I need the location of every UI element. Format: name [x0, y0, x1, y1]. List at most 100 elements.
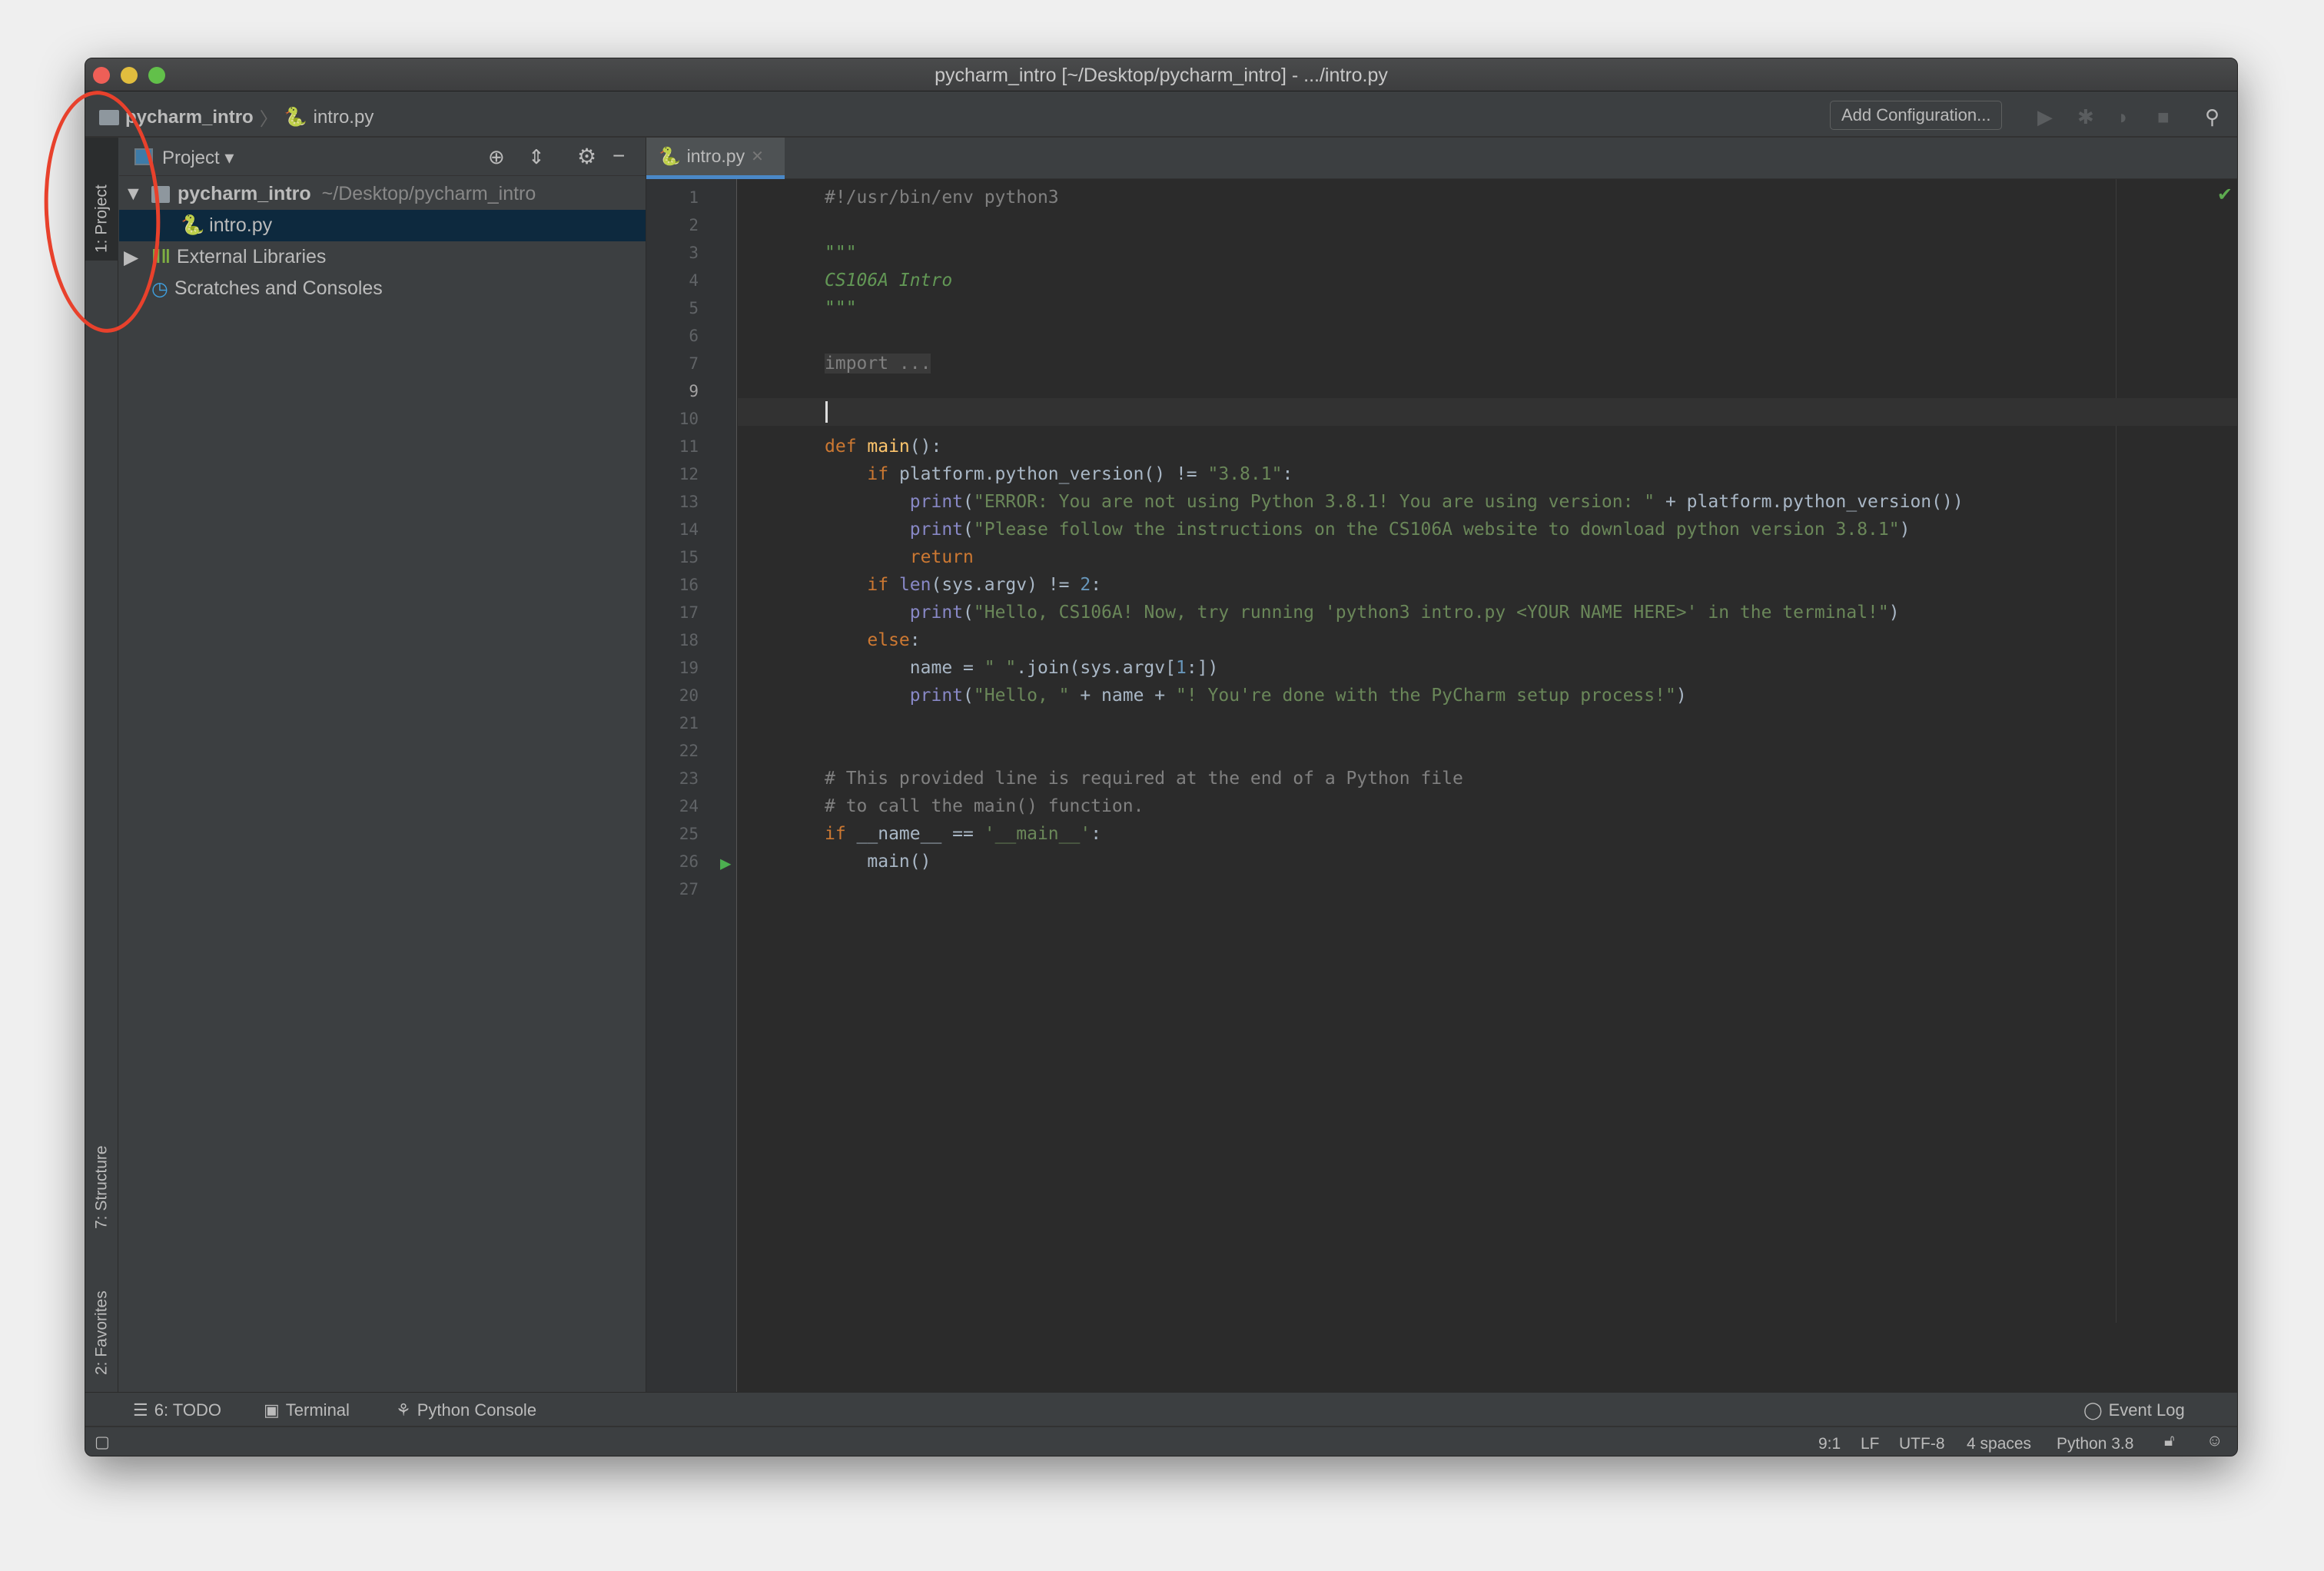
event-log-icon: ◯	[2083, 1400, 2103, 1420]
code-token: CS106A Intro	[825, 271, 953, 291]
code-token: def	[825, 437, 868, 457]
line-number: 17	[679, 603, 699, 622]
event-log-button[interactable]: ◯ Event Log	[2083, 1400, 2185, 1420]
project-view-dropdown[interactable]: Project ▾	[162, 147, 234, 169]
project-panel: Project ▾ ⊕ ⇕ ⚙ − ▼ pycharm_intro ~/Desk…	[119, 138, 646, 1392]
line-separator[interactable]: LF	[1861, 1435, 1880, 1453]
line-number: 9	[689, 382, 699, 400]
code-token: )	[1899, 520, 1911, 540]
code-token: name =	[825, 658, 984, 678]
code-token: if	[867, 575, 899, 595]
code-token: print	[909, 520, 964, 540]
debug-icon[interactable]: ✱	[2077, 105, 2094, 129]
code-line: """	[825, 294, 857, 322]
list-icon: ☰	[133, 1400, 148, 1420]
caret-position[interactable]: 9:1	[1818, 1435, 1841, 1453]
line-number: 15	[679, 548, 699, 566]
coverage-icon[interactable]: ◗	[2117, 105, 2130, 129]
terminal-tool-button[interactable]: ▣ Terminal	[264, 1400, 350, 1420]
code-token: len	[898, 575, 931, 595]
line-number: 22	[679, 742, 699, 760]
line-number: 18	[679, 631, 699, 649]
text-cursor	[825, 401, 828, 423]
code-token: "3.8.1"	[1207, 464, 1283, 484]
inspector-icon[interactable]: ☺	[2206, 1432, 2223, 1450]
locate-icon[interactable]: ⊕	[488, 145, 505, 169]
code-line: CS106A Intro	[825, 267, 952, 294]
code-token: # This provided line is required at the …	[825, 769, 1463, 789]
tree-item-label: pycharm_intro	[178, 183, 311, 204]
line-number: 21	[679, 714, 699, 732]
code-token: return	[909, 547, 974, 567]
python-file-icon: 🐍	[181, 214, 205, 236]
code-token: + name +	[1069, 686, 1176, 706]
line-number: 4	[689, 271, 699, 290]
current-line-highlight	[738, 398, 2237, 426]
code-token: .join(sys.argv[	[1016, 658, 1176, 678]
title-bar: pycharm_intro [~/Desktop/pycharm_intro] …	[85, 58, 2237, 91]
code-editor[interactable]: 🐍 intro.py ✕ ▶ 1 #!/usr/bin/env python3 2 3…	[646, 138, 2237, 1392]
line-number: 19	[679, 659, 699, 677]
code-line: print("Hello, CS106A! Now, try running '…	[825, 599, 1900, 626]
line-number: 6	[689, 327, 699, 345]
breadcrumb-file[interactable]: intro.py	[314, 107, 374, 128]
structure-tool-tab[interactable]: 7: Structure	[85, 1114, 118, 1237]
favorites-tool-tab-label: 2: Favorites	[92, 1290, 111, 1375]
line-number: 3	[689, 244, 699, 262]
collapse-all-icon[interactable]: ⇕	[528, 145, 545, 169]
indent-setting[interactable]: 4 spaces	[1967, 1435, 2031, 1453]
code-token: """	[825, 298, 857, 318]
inspection-ok-icon[interactable]: ✔	[2217, 184, 2233, 206]
python-interpreter[interactable]: Python 3.8	[2057, 1435, 2133, 1453]
search-icon[interactable]: ⚲	[2205, 105, 2219, 129]
tab-intro-py[interactable]: 🐍 intro.py ✕	[646, 138, 785, 179]
tree-item-external-libraries[interactable]: ▶ ‖‖ External Libraries	[119, 241, 646, 273]
tree-item-scratches[interactable]: ◷ Scratches and Consoles	[119, 273, 646, 304]
code-token: :	[1091, 575, 1102, 595]
gear-icon[interactable]: ⚙	[577, 144, 596, 169]
todo-tool-button[interactable]: ☰ 6: TODO	[133, 1400, 221, 1420]
code-token: '__main__'	[984, 824, 1091, 844]
code-token: "! You're done with the PyCharm setup pr…	[1176, 686, 1676, 706]
code-token: "Please follow the instructions on the C…	[973, 520, 1900, 540]
code-token: print	[909, 492, 964, 512]
tab-label: intro.py	[686, 146, 745, 166]
hide-panel-icon[interactable]: −	[613, 144, 625, 168]
breadcrumb-project[interactable]: pycharm_intro	[125, 107, 254, 128]
code-line: if __name__ == '__main__':	[825, 820, 1101, 848]
line-number: 27	[679, 880, 699, 898]
line-number: 23	[679, 769, 699, 788]
code-token: )	[1675, 686, 1687, 706]
python-console-tool-button[interactable]: ⚘ Python Console	[396, 1400, 536, 1420]
line-number: 24	[679, 797, 699, 815]
code-line: print("Please follow the instructions on…	[825, 516, 1911, 543]
code-token: (	[963, 492, 974, 512]
event-log-label: Event Log	[2108, 1400, 2185, 1420]
tree-item-project-root[interactable]: ▼ pycharm_intro ~/Desktop/pycharm_intro	[119, 178, 646, 210]
code-token: "Hello, CS106A! Now, try running 'python…	[973, 603, 1889, 623]
add-configuration-button[interactable]: Add Configuration...	[1830, 101, 2003, 130]
python-icon: ⚘	[396, 1400, 411, 1420]
code-token: """	[825, 243, 857, 263]
code-token: + platform.python_version())	[1655, 492, 1964, 512]
tree-item-intro-py[interactable]: 🐍 intro.py	[119, 210, 646, 241]
run-icon[interactable]: ▶	[2037, 105, 2053, 129]
chevron-down-icon: ▾	[224, 148, 234, 168]
favorites-tool-tab[interactable]: 2: Favorites	[85, 1252, 118, 1383]
code-line: def main():	[825, 433, 941, 460]
code-area[interactable]: ▶ 1 #!/usr/bin/env python3 2 3 """ 4 CS106A In…	[646, 179, 2237, 1392]
code-line: if len(sys.argv) != 2:	[825, 571, 1101, 599]
python-console-label: Python Console	[417, 1400, 537, 1420]
line-number: 7	[689, 354, 699, 373]
stop-icon[interactable]: ■	[2157, 105, 2170, 129]
code-token: (sys.argv) !=	[931, 575, 1081, 595]
structure-tool-tab-label: 7: Structure	[92, 1145, 111, 1229]
close-tab-icon[interactable]: ✕	[751, 147, 764, 166]
lock-icon[interactable]: 🔓︎	[2164, 1432, 2175, 1450]
file-encoding[interactable]: UTF-8	[1899, 1435, 1945, 1453]
code-token: (	[963, 603, 974, 623]
tool-windows-toggle-icon[interactable]: ▢	[95, 1433, 110, 1452]
run-gutter-icon[interactable]: ▶	[720, 852, 731, 874]
